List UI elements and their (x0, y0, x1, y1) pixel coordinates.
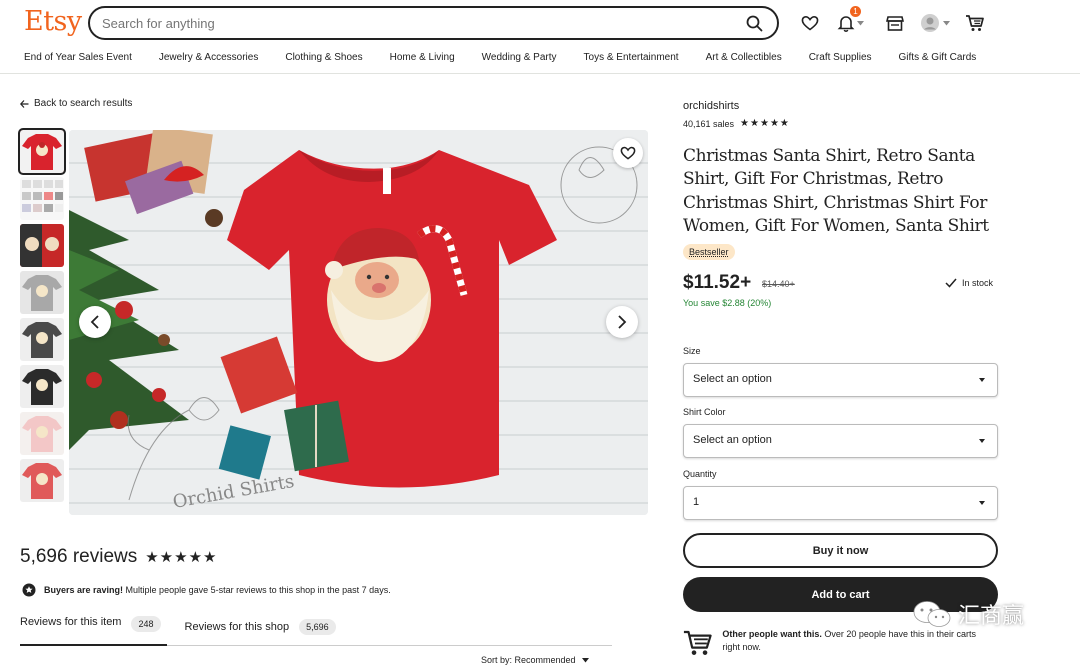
account-avatar-icon[interactable] (918, 12, 952, 34)
next-image-button[interactable] (606, 306, 638, 338)
chevron-down-icon (943, 20, 950, 25)
sort-dropdown[interactable]: Sort by: Recommended (481, 655, 590, 665)
back-to-search-link[interactable]: Back to search results (20, 98, 132, 109)
chevron-down-icon (856, 20, 864, 25)
stock-status: In stock (945, 278, 993, 288)
nav-item-gifts[interactable]: Gifts & Gift Cards (899, 52, 977, 63)
chevron-down-icon (979, 501, 985, 505)
product-main-image[interactable]: Orchid Shirts (69, 130, 648, 515)
etsy-logo[interactable]: Etsy (24, 6, 82, 37)
raving-bold: Buyers are raving! (44, 585, 124, 595)
wechat-watermark: 汇商赢 (912, 598, 1024, 630)
search-input[interactable] (102, 14, 722, 32)
shop-manager-icon[interactable] (883, 12, 907, 34)
product-title: Christmas Santa Shirt, Retro Santa Shirt… (683, 146, 989, 236)
nav-item-wedding[interactable]: Wedding & Party (482, 52, 557, 63)
notifications-bell-icon[interactable]: 1 (835, 6, 865, 34)
check-icon (945, 278, 957, 288)
size-label: Size (683, 346, 701, 356)
tab-reviews-shop[interactable]: Reviews for this shop 5,696 (185, 616, 336, 638)
nav-item-clothing[interactable]: Clothing & Shoes (285, 52, 362, 63)
stock-label: In stock (962, 278, 994, 288)
shop-name-link[interactable]: orchidshirts (683, 100, 739, 112)
nav-item-home[interactable]: Home & Living (390, 52, 455, 63)
color-select-value: Select an option (693, 434, 772, 446)
buy-now-button[interactable]: Buy it now (683, 533, 998, 568)
size-select[interactable]: Select an option (683, 363, 998, 397)
cart-demand-note: Other people want this. Over 20 people h… (683, 628, 993, 658)
quantity-select-value: 1 (693, 496, 700, 508)
site-header: Etsy 1 End of Year Sales Event Jewelry &… (0, 0, 1080, 74)
quantity-select[interactable]: 1 (683, 486, 998, 520)
chevron-down-icon (979, 439, 985, 443)
thumbnail-strip (18, 128, 66, 506)
sort-label: Sort by: Recommended (481, 655, 576, 665)
award-badge-icon (22, 583, 36, 597)
savings-text: You save $2.88 (20%) (683, 298, 772, 308)
thumbnail-6[interactable] (20, 365, 64, 408)
category-nav: End of Year Sales Event Jewelry & Access… (24, 52, 1003, 63)
others-bold: Other people want this. (722, 629, 822, 639)
thumbnail-7[interactable] (20, 412, 64, 455)
chevron-left-icon (90, 315, 99, 329)
favorite-button[interactable] (613, 138, 643, 168)
shop-sales: 40,161 sales ★★★★★ (683, 118, 790, 129)
reviews-stars: ★★★★★ (145, 549, 218, 566)
chevron-down-icon (582, 658, 590, 663)
cart-icon (683, 630, 712, 655)
thumbnail-5[interactable] (20, 318, 64, 361)
search-icon[interactable] (745, 14, 765, 34)
original-price: $14.40+ (762, 279, 795, 289)
thumbnail-8[interactable] (20, 459, 64, 502)
shop-rating-stars: ★★★★★ (740, 118, 790, 129)
arrow-left-icon (20, 99, 29, 108)
chevron-down-icon (979, 378, 985, 382)
raving-text: Multiple people gave 5-star reviews to t… (123, 585, 391, 595)
favorites-heart-icon[interactable] (798, 12, 822, 34)
search-bar[interactable] (88, 6, 779, 40)
reviews-heading: 5,696 reviews ★★★★★ (20, 546, 217, 568)
nav-item-jewelry[interactable]: Jewelry & Accessories (159, 52, 258, 63)
cart-icon[interactable] (963, 12, 987, 34)
quantity-label: Quantity (683, 469, 717, 479)
back-label: Back to search results (34, 98, 133, 109)
previous-image-button[interactable] (79, 306, 111, 338)
shirt-color-label: Shirt Color (683, 407, 726, 417)
tab-label: Reviews for this shop (184, 621, 290, 633)
notifications-badge: 1 (850, 6, 861, 17)
heart-icon (620, 146, 636, 160)
chevron-right-icon (618, 315, 627, 329)
nav-item-sales-event[interactable]: End of Year Sales Event (24, 52, 132, 63)
nav-item-craft[interactable]: Craft Supplies (809, 52, 872, 63)
thumbnail-1[interactable] (18, 128, 66, 175)
tab-label: Reviews for this item (20, 616, 122, 628)
shirt-color-select[interactable]: Select an option (683, 424, 998, 458)
tab-count: 248 (131, 616, 161, 632)
bestseller-badge[interactable]: Bestseller (683, 244, 735, 260)
size-select-value: Select an option (693, 373, 772, 385)
thumbnail-4[interactable] (20, 271, 64, 314)
product-price: $11.52+ (683, 272, 752, 293)
buyers-raving-note: Buyers are raving! Multiple people gave … (22, 583, 391, 597)
tab-count: 5,696 (299, 619, 336, 635)
wechat-logo-icon (913, 601, 951, 627)
thumbnail-3[interactable] (20, 224, 64, 267)
reviews-count: 5,696 reviews (20, 546, 138, 567)
tab-reviews-item[interactable]: Reviews for this item 248 (20, 616, 167, 646)
thumbnail-2[interactable] (20, 177, 64, 220)
review-tabs: Reviews for this item 248 Reviews for th… (20, 616, 612, 646)
nav-item-toys[interactable]: Toys & Entertainment (584, 52, 679, 63)
nav-item-art[interactable]: Art & Collectibles (706, 52, 782, 63)
watermark-text: 汇商赢 (958, 603, 1025, 628)
sales-count: 40,161 sales (683, 118, 735, 129)
